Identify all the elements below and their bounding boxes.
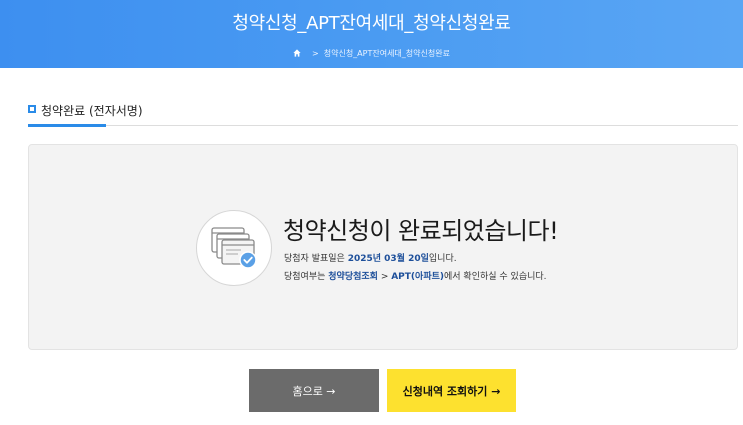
result-check-submenu: APT(아파트) (391, 272, 444, 282)
announcement-date: 2025년 03월 20일 (347, 254, 429, 264)
section-divider-accent (28, 124, 106, 127)
section-divider (28, 125, 738, 126)
home-button[interactable]: 홈으로 → (249, 369, 379, 412)
announcement-suffix: 입니다. (428, 254, 457, 264)
view-application-button[interactable]: 신청내역 조회하기 → (387, 369, 516, 412)
result-check-arrow: > (377, 272, 392, 282)
breadcrumb-current[interactable]: 청약신청_APT잔여세대_청약신청완료 (324, 49, 450, 58)
completion-panel (28, 144, 738, 350)
page-header: 청약신청_APT잔여세대_청약신청완료 > 청약신청_APT잔여세대_청약신청완료 (0, 0, 743, 68)
page-title: 청약신청_APT잔여세대_청약신청완료 (232, 13, 511, 34)
announcement-date-text: 당첨자 발표일은 2025년 03월 20일입니다. (284, 251, 457, 264)
announcement-prefix: 당첨자 발표일은 (284, 254, 348, 264)
breadcrumb-separator: > (312, 49, 319, 58)
result-check-text: 당첨여부는 청약당첨조회 > APT(아파트)에서 확인하실 수 있습니다. (284, 269, 547, 282)
window-check-icon (211, 227, 257, 269)
home-icon[interactable] (293, 48, 301, 59)
section-bullet-icon (28, 105, 36, 113)
completion-title: 청약신청이 완료되었습니다! (283, 217, 559, 245)
result-check-menu: 청약당첨조회 (328, 272, 378, 282)
result-check-prefix: 당첨여부는 (284, 272, 329, 282)
result-check-suffix: 에서 확인하실 수 있습니다. (444, 272, 547, 282)
breadcrumb: > 청약신청_APT잔여세대_청약신청완료 (0, 48, 743, 59)
section-title: 청약완료 (전자서명) (41, 104, 143, 118)
completion-icon-badge (196, 210, 272, 286)
